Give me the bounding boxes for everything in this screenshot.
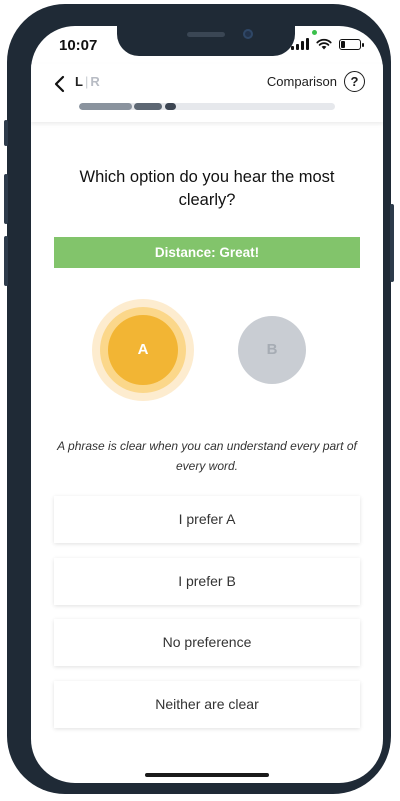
- power-button: [390, 204, 394, 282]
- home-indicator[interactable]: [145, 773, 269, 777]
- progress-segment-2: [134, 103, 162, 110]
- no-preference-button[interactable]: No preference: [54, 619, 360, 666]
- option-b-button[interactable]: B: [238, 316, 306, 384]
- distance-banner: Distance: Great!: [54, 237, 360, 268]
- screen: 10:07 L | R Comparison ? Which option do…: [31, 26, 383, 783]
- prefer-b-button[interactable]: I prefer B: [54, 558, 360, 605]
- cellular-signal-icon: [291, 38, 309, 50]
- camera-indicator-dot: [312, 30, 317, 35]
- question-text: Which option do you hear the most clearl…: [79, 168, 335, 209]
- help-button[interactable]: ?: [344, 71, 365, 92]
- volume-up-button: [4, 174, 8, 224]
- page-title: Comparison: [266, 74, 337, 89]
- ear-separator: |: [84, 74, 89, 89]
- ear-left-label[interactable]: L: [75, 74, 83, 89]
- speaker: [187, 32, 225, 37]
- notch: [117, 26, 295, 56]
- back-arrow-icon[interactable]: [51, 72, 69, 96]
- progress-segment-1: [79, 103, 132, 110]
- wifi-icon: [316, 38, 332, 50]
- status-time: 10:07: [59, 37, 98, 54]
- progress-segment-3: [165, 103, 176, 110]
- progress-bar: [79, 103, 335, 110]
- hint-text: A phrase is clear when you can understan…: [57, 439, 357, 473]
- battery-icon: [339, 38, 364, 50]
- volume-down-button: [4, 236, 8, 286]
- ear-right-label[interactable]: R: [90, 74, 99, 89]
- phone-frame: 10:07 L | R Comparison ? Which option do…: [4, 4, 394, 794]
- ear-toggle[interactable]: L | R: [75, 74, 100, 89]
- option-a-button[interactable]: A: [108, 315, 178, 385]
- neither-clear-button[interactable]: Neither are clear: [54, 681, 360, 728]
- status-icons: [291, 38, 364, 50]
- camera-icon: [243, 29, 253, 39]
- header: L | R Comparison ?: [31, 64, 383, 122]
- mute-switch: [4, 120, 8, 146]
- prefer-a-button[interactable]: I prefer A: [54, 496, 360, 543]
